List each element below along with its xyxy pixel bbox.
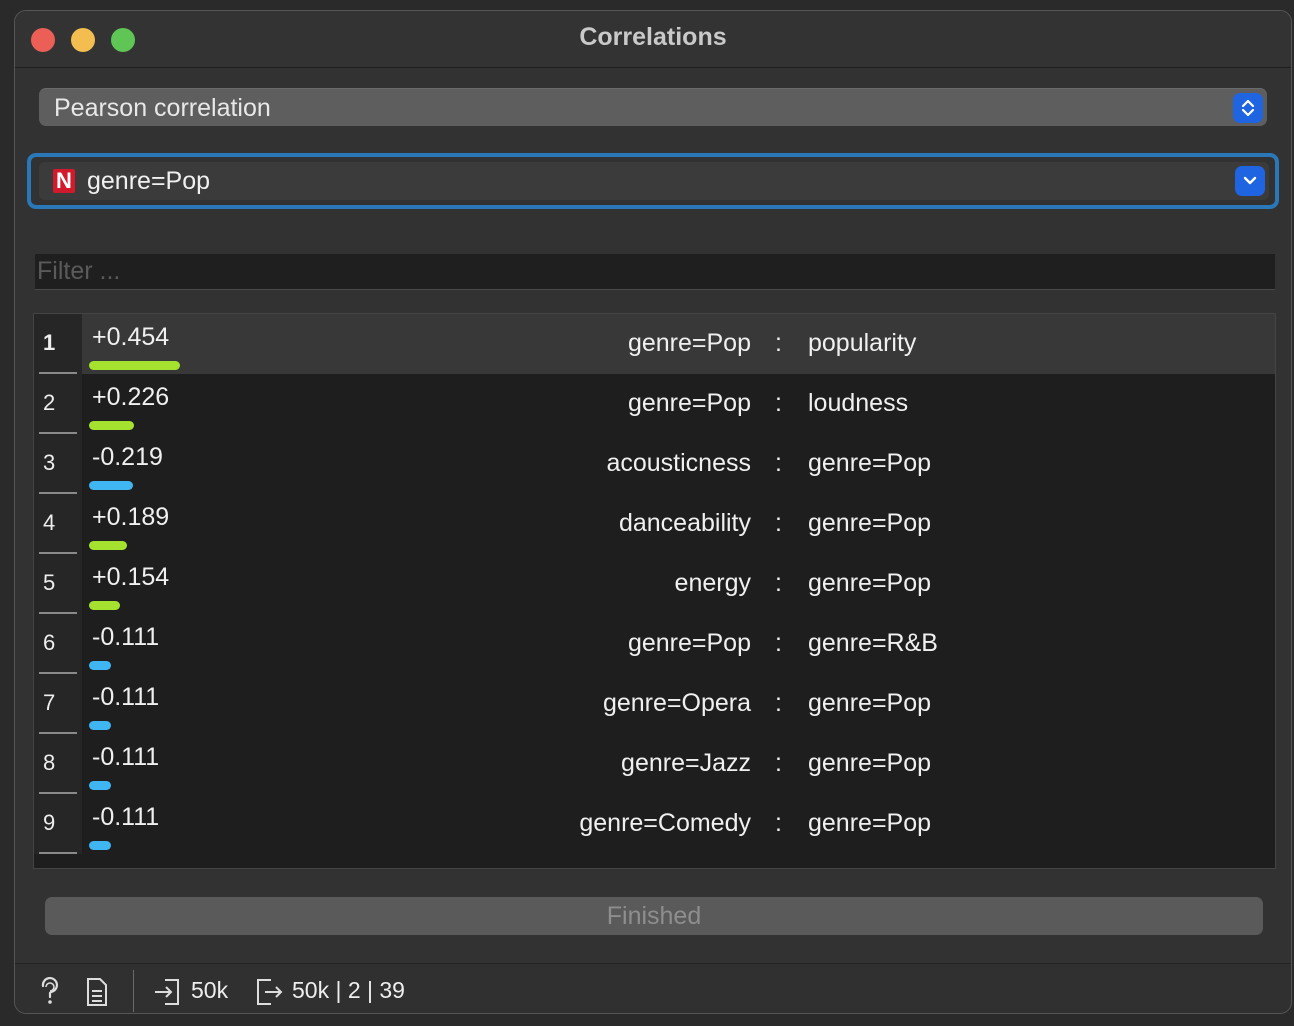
negative-correlation-bar [89,661,111,670]
second-attribute: genre=Pop [808,449,932,477]
second-attribute: genre=Pop [808,569,932,597]
row-number: 8 [43,750,56,775]
output-icon [255,977,283,1012]
table-row[interactable]: 4 +0.189 danceability: genre=Pop [34,494,1275,554]
row-number: 5 [43,570,56,595]
correlation-value: -0.219 [92,443,163,471]
correlation-table[interactable]: 1 +0.454 genre=Pop: popularity 2 +0.226 genre=… [33,313,1276,869]
row-number: 6 [43,630,56,655]
first-attribute: genre=Comedy [579,809,751,837]
first-attribute: genre=Pop [627,389,751,417]
updown-chevron-icon[interactable] [1233,93,1263,123]
positive-correlation-bar [89,361,180,370]
correlation-value: +0.454 [92,323,170,351]
status-bar: Finished [45,897,1263,935]
correlation-value: +0.189 [92,503,170,531]
row-number-cell: 7 [34,674,82,734]
negative-correlation-bar [89,781,111,790]
second-attribute: popularity [808,329,917,357]
first-attribute: genre=Pop [627,629,751,657]
table-row[interactable]: 3 -0.219 acousticness: genre=Pop [34,434,1275,494]
second-attribute: genre=Pop [808,749,932,777]
pair-separator: : [775,389,782,417]
second-attribute: loudness [808,389,909,417]
table-row[interactable]: 6 -0.111 genre=Pop: genre=R&B [34,614,1275,674]
correlation-value: -0.111 [92,683,160,711]
pair-separator: : [775,449,782,477]
row-number-cell: 3 [34,434,82,494]
report-icon[interactable] [85,977,109,1012]
feature-select[interactable]: N genre=Pop [39,162,1269,200]
pair-separator: : [775,629,782,657]
correlation-value: -0.111 [92,623,160,651]
second-attribute: genre=R&B [808,629,938,657]
correlation-value: +0.226 [92,383,170,411]
table-row[interactable]: 2 +0.226 genre=Pop: loudness [34,374,1275,434]
first-attribute: genre=Jazz [621,749,751,777]
toolbar-separator [133,970,134,1012]
input-icon [153,977,181,1012]
chevron-down-icon[interactable] [1235,166,1265,196]
bottom-toolbar: 50k 50k | 2 | 39 [15,963,1291,1013]
correlation-value: +0.154 [92,563,170,591]
row-number-cell: 4 [34,494,82,554]
second-attribute: genre=Pop [808,809,932,837]
pair-separator: : [775,809,782,837]
help-icon[interactable] [37,977,63,1012]
second-attribute: genre=Pop [808,509,932,537]
table-row[interactable]: 1 +0.454 genre=Pop: popularity [34,314,1275,374]
first-attribute: energy [674,569,751,597]
filter-input[interactable] [35,254,1275,290]
row-number: 9 [43,810,56,835]
output-summary: 50k | 2 | 39 [292,977,405,1003]
correlation-method-select[interactable]: Pearson correlation [39,88,1267,126]
feature-select-focus-ring: N genre=Pop [27,153,1279,209]
second-attribute: genre=Pop [808,689,932,717]
row-number-cell: 5 [34,554,82,614]
first-attribute: danceability [618,509,751,537]
row-number: 4 [43,510,56,535]
table-row[interactable]: 5 +0.154 energy: genre=Pop [34,554,1275,614]
pair-separator: : [775,569,782,597]
table-row[interactable]: 9 -0.111 genre=Comedy: genre=Pop [34,794,1275,854]
row-number-cell: 9 [34,794,82,854]
first-attribute: genre=Pop [627,329,751,357]
negative-correlation-bar [89,841,111,850]
first-attribute: acousticness [606,449,751,477]
correlations-window: Correlations Pearson correlation N genre… [14,10,1292,1014]
first-attribute: genre=Opera [602,689,751,717]
title-bar: Correlations [15,11,1291,68]
row-number-cell: 1 [34,314,82,374]
feature-select-value: genre=Pop [87,167,211,195]
positive-correlation-bar [89,541,127,550]
row-number-cell: 8 [34,734,82,794]
row-number: 3 [43,450,56,475]
pair-separator: : [775,509,782,537]
row-divider [39,852,77,854]
pair-separator: : [775,689,782,717]
negative-correlation-bar [89,481,133,490]
window-title: Correlations [579,23,727,51]
row-number-cell: 6 [34,614,82,674]
input-count: 50k [191,977,229,1003]
row-number: 7 [43,690,56,715]
row-number-cell: 2 [34,374,82,434]
numeric-variable-icon: N [53,169,75,193]
positive-correlation-bar [89,421,134,430]
negative-correlation-bar [89,721,111,730]
status-text: Finished [606,902,702,930]
positive-correlation-bar [89,601,120,610]
correlation-method-value: Pearson correlation [54,94,271,122]
table-row[interactable]: 7 -0.111 genre=Opera: genre=Pop [34,674,1275,734]
correlation-value: -0.111 [92,743,160,771]
pair-separator: : [775,329,782,357]
row-number: 2 [43,390,56,415]
correlation-value: -0.111 [92,803,160,831]
row-number: 1 [43,330,56,355]
pair-separator: : [775,749,782,777]
table-row[interactable]: 8 -0.111 genre=Jazz: genre=Pop [34,734,1275,794]
